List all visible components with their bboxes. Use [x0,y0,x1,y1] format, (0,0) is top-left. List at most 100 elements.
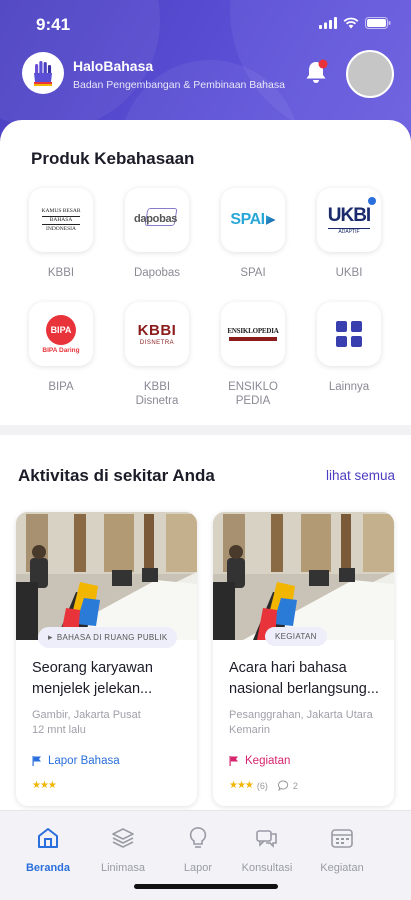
ensiklopedia-logo-text: ENSIKLOPEDIA [227,327,279,335]
activity-time: 12 mnt lalu [32,724,86,736]
activity-time: Kemarin [229,724,270,736]
product-label: KBBI [47,267,75,279]
bell-icon[interactable] [302,58,330,86]
activity-category-label: Lapor Bahasa [48,755,120,767]
product-lainnya[interactable]: Lainnya [309,302,389,394]
activity-category-label: Kegiatan [245,755,291,767]
chat-icon [256,830,277,848]
status-time: 9:41 [36,15,71,34]
tab-beranda[interactable]: Beranda [10,825,86,874]
activities-title: Aktivitas di sekitar Anda [18,466,215,485]
tab-kegiatan[interactable]: Kegiatan [304,825,380,874]
product-label: UKBI [335,267,363,279]
comment-icon [277,780,289,791]
kbbi-disnetra-logo-sub: DISNETRA [139,340,175,346]
product-label: BIPA [48,381,74,393]
spai-logo: SPAI [221,188,285,252]
calendar-icon [331,829,353,848]
ensiklopedia-logo: ENSIKLOPEDIA [221,302,285,366]
dapobas-logo-text: dapobas [134,213,178,225]
ukbi-logo-text: UKBI [327,205,371,226]
rating-count: (6) [256,780,268,791]
dapobas-logo: dapobas [125,188,189,252]
see-all-link[interactable]: lihat semua [326,468,395,483]
kbbi-logo-line3: INDONESIA [46,225,76,232]
kbbi-logo-line1: KAMUS BESAR [41,207,81,214]
product-label: ENSIKLO PEDIA [228,381,278,407]
product-ukbi[interactable]: UKBI ADAPTIF UKBI [309,188,389,280]
flag-icon [32,756,41,766]
status-bar: 9:41 [0,0,411,50]
activity-rating: ★★★ (6) 2 [229,780,298,791]
product-kbbi-disnetra[interactable]: KBBI DISNETRA KBBI Disnetra [117,302,197,408]
section-divider [0,425,411,435]
activity-category: Kegiatan [229,755,290,767]
activity-title-line2: nasional berlangsung... [229,681,379,697]
product-kbbi[interactable]: KAMUS BESAR BAHASA INDONESIA KBBI [21,188,101,280]
activity-card[interactable]: KEGIATAN Acara hari bahasa nasional berl… [213,512,394,806]
activity-photo [213,512,394,640]
tab-lapor[interactable]: Lapor [160,825,236,874]
app-title: HaloBahasa [73,58,154,74]
activity-tag-label: BAHASA DI RUANG PUBLIK [56,633,168,642]
activity-location: Pesanggrahan, Jakarta Utara Kemarin [229,708,373,738]
avatar[interactable] [346,50,394,98]
comment-count: 2 [292,780,298,791]
wifi-icon [343,17,359,29]
hand-logo-icon [22,52,64,94]
ukbi-logo: UKBI ADAPTIF [317,188,381,252]
activity-location-text: Gambir, Jakarta Pusat [32,709,141,721]
tab-label: Kegiatan [320,862,364,874]
activity-title: Acara hari bahasa nasional berlangsung..… [229,658,384,700]
activity-rating: ★★★ [32,780,57,791]
star-icon: ★★★ [229,780,254,791]
products-card: Produk Kebahasaan KAMUS BESAR BAHASA IND… [0,120,411,425]
activity-location-text: Pesanggrahan, Jakarta Utara [229,709,373,721]
activity-tag: ▸ BAHASA DI RUANG PUBLIK [38,627,178,648]
tab-label: Konsultasi [241,862,293,874]
kbbi-logo: KAMUS BESAR BAHASA INDONESIA [29,188,93,252]
app-subtitle: Badan Pengembangan & Pembinaan Bahasa [73,79,285,91]
product-label: SPAI [240,267,266,279]
product-label: Dapobas [133,267,181,279]
ukbi-logo-sub: ADAPTIF [327,228,371,235]
activity-location: Gambir, Jakarta Pusat 12 mnt lalu [32,708,141,738]
activity-category: Lapor Bahasa [32,755,120,767]
tab-linimasa[interactable]: Linimasa [85,825,161,874]
products-title: Produk Kebahasaan [31,149,195,168]
product-label: KBBI Disnetra [135,381,179,407]
home-icon [38,828,58,848]
kbbi-disnetra-logo-text: KBBI [137,322,177,339]
bipa-logo-sub: BIPA Daring [42,346,80,354]
activity-tag-label: KEGIATAN [275,632,317,641]
battery-icon [365,17,391,29]
kbbi-disnetra-logo: KBBI DISNETRA [125,302,189,366]
product-label: Lainnya [328,381,370,393]
star-icon: ★★★ [32,780,57,791]
flag-icon [229,756,238,766]
tab-label: Lapor [183,862,213,874]
layers-icon [112,828,134,848]
product-spai[interactable]: SPAI SPAI [213,188,293,280]
home-indicator [134,884,278,889]
product-ensiklopedia[interactable]: ENSIKLOPEDIA ENSIKLO PEDIA [213,302,293,408]
activity-title-line1: Seorang karyawan [32,660,153,676]
activity-title-line1: Acara hari bahasa [229,660,347,676]
tab-label: Linimasa [100,862,146,874]
product-bipa[interactable]: BIPA BIPA Daring BIPA [21,302,101,394]
tab-konsultasi[interactable]: Konsultasi [229,825,305,874]
tab-label: Beranda [25,862,71,874]
lightbulb-icon [189,827,207,848]
activity-title-line2: menjelek jelekan... [32,681,153,697]
activity-tag: KEGIATAN [265,627,327,646]
bipa-logo: BIPA BIPA Daring [29,302,93,366]
grid-icon [317,302,381,366]
activity-title: Seorang karyawan menjelek jelekan... [32,658,187,700]
kbbi-logo-line2: BAHASA [41,215,81,225]
status-icons [319,17,391,29]
activity-card[interactable]: ▸ BAHASA DI RUANG PUBLIK Seorang karyawa… [16,512,197,806]
signal-icon [319,17,337,29]
flag-icon: ▸ [48,632,53,642]
bipa-logo-text: BIPA [45,314,76,345]
product-dapobas[interactable]: dapobas Dapobas [117,188,197,280]
